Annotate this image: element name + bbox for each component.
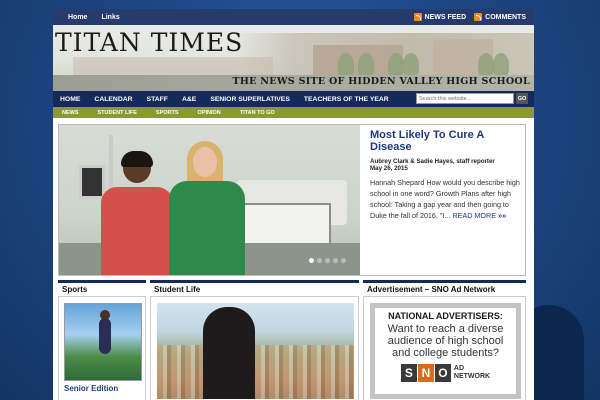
subnav-item-opinion[interactable]: OPINION [198,110,221,116]
featured-byline: Aubrey Clark & Sadie Hayes, staff report… [370,158,495,165]
top-link-home[interactable]: Home [68,14,87,21]
ad-text: Want to reach a diverse audience of high… [387,323,504,359]
photo-bed [243,203,331,245]
slider-dot[interactable] [309,258,314,263]
person-body [101,187,173,275]
rss-icon [413,13,422,21]
header-tree [493,53,509,77]
top-link-links[interactable]: Links [101,14,119,21]
featured-excerpt: Hannah Shepard How would you describe hi… [370,177,524,221]
search-form: GO [416,93,528,104]
sports-caption[interactable]: Senior Edition [64,384,140,393]
sports-section: Sports Senior Edition [58,280,146,400]
search-go-button[interactable]: GO [516,93,528,104]
double-chevron-icon: »» [498,211,507,220]
subnav-item-news[interactable]: NEWS [62,110,79,116]
sub-nav: NEWS STUDENT LIFE SPORTS OPINION TITAN T… [53,107,534,118]
header-tree [358,53,374,77]
subnav-item-sports[interactable]: SPORTS [156,110,179,116]
comments-feed-label: COMMENTS [485,13,526,21]
sno-logo-network: NETWORK [453,373,491,380]
athlete-body [99,318,111,354]
student-life-box [150,296,359,400]
featured-story: Most Likely To Cure A Disease Aubrey Cla… [58,124,526,276]
sports-box: Senior Edition [58,296,146,400]
nav-item-a-and-e[interactable]: A&E [182,96,196,103]
slider-dot[interactable] [325,258,330,263]
slider-dots [309,258,346,263]
student-life-photo[interactable] [157,303,354,399]
sno-letter: N [417,364,434,382]
sno-letter: S [400,364,417,382]
header-tree [478,53,494,77]
header-tree [338,53,354,77]
sno-logo-ad: AD [453,365,465,372]
featured-date: May 26, 2015 [370,165,408,172]
person-hair [121,151,153,167]
photo-person [203,307,255,399]
header-tree [403,53,419,77]
comments-feed-link[interactable]: COMMENTS [474,13,526,21]
nav-item-senior-superlatives[interactable]: SENIOR SUPERLATIVES [210,96,290,103]
slider-dot[interactable] [333,258,338,263]
featured-photo[interactable] [59,125,360,275]
top-bar: Home Links NEWS FEED COMMENTS [53,9,534,25]
sno-logo-words: AD NETWORK [454,365,490,381]
sno-ad-banner[interactable]: NATIONAL ADVERTISERS: Want to reach a di… [370,303,521,399]
news-feed-label: NEWS FEED [424,13,467,21]
subnav-item-student-life[interactable]: STUDENT LIFE [98,110,137,116]
feed-links: NEWS FEED COMMENTS [413,13,526,21]
read-more-link[interactable]: READ MORE [452,211,496,220]
photo-city [157,345,354,399]
nav-item-home[interactable]: HOME [60,96,80,103]
advertisement-section: Advertisement – SNO Ad Network NATIONAL … [363,280,526,400]
nav-item-teachers-of-the-year[interactable]: TEACHERS OF THE YEAR [304,96,389,103]
rss-icon [474,13,483,21]
person-body [169,181,245,275]
sno-letter: O [434,364,451,382]
main-nav: HOME CALENDAR STAFF A&E SENIOR SUPERLATI… [53,91,534,107]
nav-item-staff[interactable]: STAFF [147,96,168,103]
section-title-advertisement: Advertisement – SNO Ad Network [363,280,526,294]
sports-photo[interactable] [64,303,142,381]
site-header: TITAN TIMES THE NEWS SITE OF HIDDEN VALL… [53,25,534,91]
slider-dot[interactable] [317,258,322,263]
photo-person [101,151,173,275]
top-links: Home Links [61,14,120,21]
site-container: Home Links NEWS FEED COMMENTS TITAN TIME… [53,9,534,400]
sno-logo: S N O AD NETWORK [379,364,512,382]
nav-item-calendar[interactable]: CALENDAR [94,96,132,103]
section-title-student-life[interactable]: Student Life [150,280,359,294]
person-head [193,147,217,177]
section-title-sports[interactable]: Sports [58,280,146,294]
site-logo[interactable]: TITAN TIMES [55,28,243,57]
featured-headline[interactable]: Most Likely To Cure A Disease [370,129,524,153]
photo-person [169,141,245,275]
ad-heading: NATIONAL ADVERTISERS: [388,311,503,321]
subnav-item-titan-to-go[interactable]: TITAN TO GO [240,110,275,116]
slider-dot[interactable] [341,258,346,263]
featured-story-text: Most Likely To Cure A Disease Aubrey Cla… [367,125,527,275]
header-tree [388,53,404,77]
ad-box: NATIONAL ADVERTISERS: Want to reach a di… [363,296,526,400]
search-input[interactable] [416,93,514,104]
student-life-section: Student Life [150,280,359,400]
news-feed-link[interactable]: NEWS FEED [413,13,467,21]
site-tagline: THE NEWS SITE OF HIDDEN VALLEY HIGH SCHO… [232,76,530,87]
